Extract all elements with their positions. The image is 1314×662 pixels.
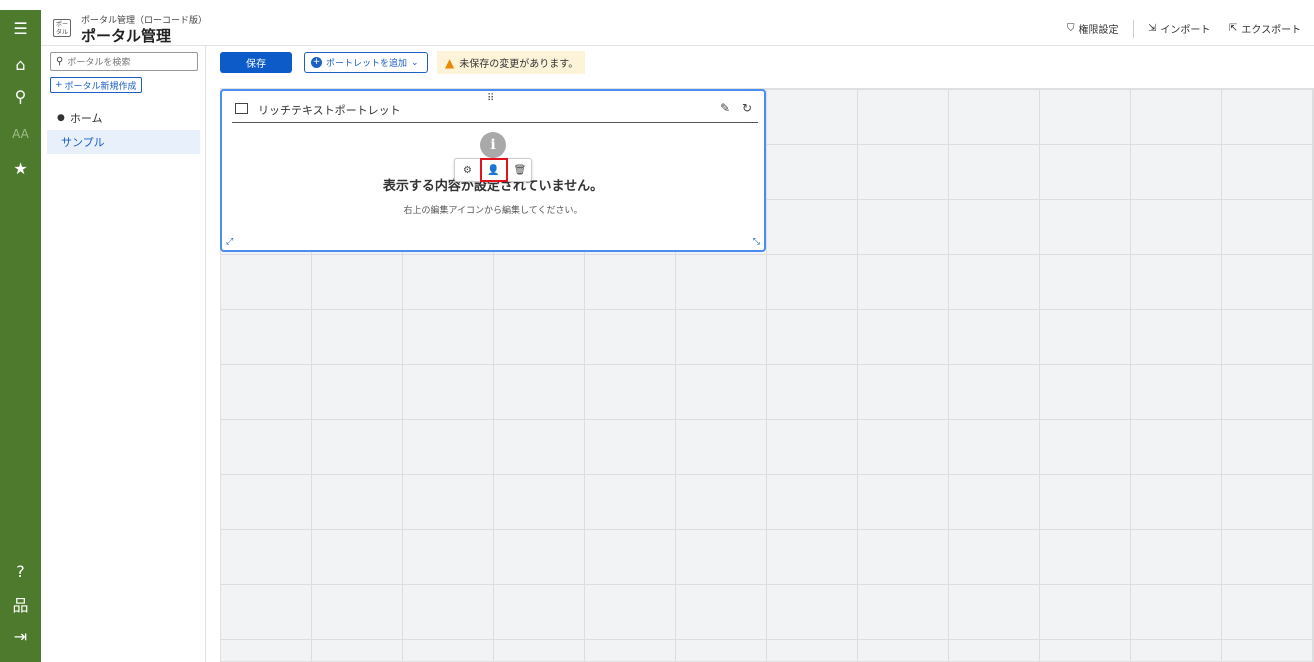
add-portlet-label: ポートレットを追加 <box>326 59 408 69</box>
app-logo-icon: ポー タル <box>53 19 71 37</box>
portlet-header: リッチテキストポートレット ✎ ↻ <box>232 101 758 123</box>
search-icon: ⚲ <box>56 56 64 67</box>
edit-icon[interactable]: ✎ <box>720 101 730 115</box>
permission-settings-label: 権限設定 <box>1078 25 1119 36</box>
help-icon[interactable]: ? <box>0 557 41 585</box>
rich-text-icon <box>235 103 248 114</box>
resize-handle-right-icon[interactable]: ⤡ <box>753 237 760 247</box>
info-icon: i <box>480 132 506 158</box>
font-size-icon[interactable]: AA <box>0 120 41 148</box>
export-button[interactable]: ⇱ エクスポート <box>1229 21 1301 36</box>
trash-icon[interactable]: 🗑 <box>507 159 533 181</box>
star-icon[interactable]: ★ <box>0 154 41 182</box>
import-button[interactable]: ⇲ インポート <box>1148 21 1210 36</box>
portal-search-placeholder: ポータルを検索 <box>67 58 131 68</box>
portlet-action-bar: ⚙ 👤 🗑 <box>454 158 532 182</box>
portlet-title: リッチテキストポートレット <box>258 104 401 117</box>
sidebar-item-sample[interactable]: サンプル <box>47 130 200 154</box>
rich-text-portlet[interactable]: ⠿ リッチテキストポートレット ✎ ↻ i 表示する内容が設定されていません。 … <box>220 89 766 252</box>
portal-sidebar: ⚲ ポータルを検索 + ポータル新規作成 ● ホーム サンプル <box>41 46 206 662</box>
left-rail: ☰ ⌂ ⚲ AA ★ ? 品 ⇥ <box>0 10 41 662</box>
new-portal-button[interactable]: + ポータル新規作成 <box>50 77 142 93</box>
unsaved-changes-banner: ▲ 未保存の変更があります。 <box>437 51 585 74</box>
top-strip <box>0 0 1314 10</box>
edit-hint: 右上の編集アイコンから編集してください。 <box>403 206 583 216</box>
new-portal-label: ポータル新規作成 <box>64 81 137 92</box>
plus-circle-icon: + <box>311 57 322 68</box>
sidebar-item-label: ホーム <box>69 112 103 125</box>
add-portlet-button[interactable]: + ポートレットを追加 ⌄ <box>304 52 428 73</box>
search-icon[interactable]: ⚲ <box>0 82 41 110</box>
export-label: エクスポート <box>1241 25 1302 36</box>
chevron-down-icon: ⌄ <box>411 57 419 68</box>
sidebar-item-label: サンプル <box>61 136 105 149</box>
resize-handle-left-icon[interactable]: ⤢ <box>226 237 233 247</box>
import-icon: ⇲ <box>1148 23 1157 34</box>
default-portal-icon: ● <box>57 113 65 123</box>
warning-icon: ▲ <box>445 55 455 70</box>
shield-icon: ⛉ <box>1067 23 1075 34</box>
plus-icon: + <box>55 80 63 90</box>
sidebar-item-home[interactable]: ● ホーム <box>57 110 103 126</box>
app-header: ポー タル ポータル管理（ローコード版） ポータル管理 ⛉ 権限設定 ⇲ インポ… <box>41 10 1314 46</box>
save-button[interactable]: 保存 <box>220 52 292 73</box>
gear-icon[interactable]: ⚙ <box>455 159 481 181</box>
home-icon[interactable]: ⌂ <box>0 50 41 78</box>
permission-settings-button[interactable]: ⛉ 権限設定 <box>1067 21 1119 36</box>
export-icon: ⇱ <box>1229 23 1238 34</box>
app-logo-text: ポー タル <box>55 21 68 36</box>
page-title: ポータル管理 <box>81 27 172 45</box>
portal-search-input[interactable]: ⚲ ポータルを検索 <box>50 52 198 71</box>
header-divider <box>1133 20 1134 38</box>
import-label: インポート <box>1160 25 1211 36</box>
logout-icon[interactable]: ⇥ <box>0 622 41 650</box>
user-permission-icon[interactable]: 👤 <box>480 158 508 182</box>
editor-toolbar: 保存 + ポートレットを追加 ⌄ ▲ 未保存の変更があります。 <box>207 46 1314 80</box>
unsaved-changes-text: 未保存の変更があります。 <box>459 59 579 70</box>
refresh-icon[interactable]: ↻ <box>742 101 752 115</box>
sitemap-icon[interactable]: 品 <box>0 590 41 618</box>
menu-icon[interactable]: ☰ <box>0 14 41 42</box>
